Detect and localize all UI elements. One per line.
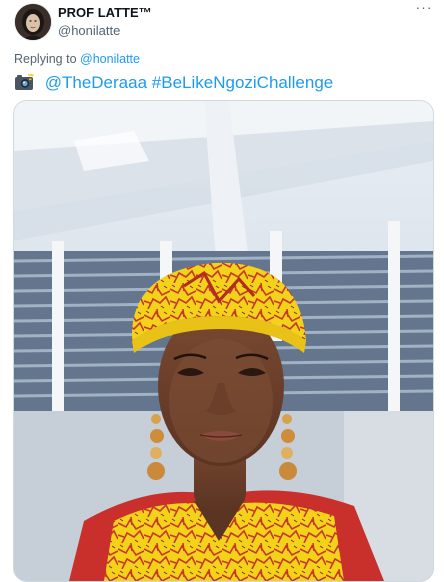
author-avatar[interactable] — [14, 3, 52, 41]
replying-prefix: Replying to — [14, 52, 77, 66]
author-display-name[interactable]: PROF LATTE™ — [58, 5, 152, 20]
photo-icon — [14, 101, 433, 581]
camera-flash-icon — [14, 73, 34, 96]
author-handle[interactable]: @honilatte — [58, 23, 120, 38]
tweet-photo[interactable] — [13, 100, 434, 582]
tweet-card[interactable]: PROF LATTE™ @honilatte ··· Replying to @… — [0, 0, 444, 582]
replying-to: Replying to @honilatte — [14, 52, 140, 66]
tweet-text: @TheDeraaa #BeLikeNgoziChallenge — [14, 73, 333, 96]
mention-link[interactable]: @TheDeraaa — [45, 73, 147, 92]
ellipsis-icon[interactable]: ··· — [412, 0, 436, 16]
reply-target-link[interactable]: @honilatte — [80, 52, 140, 66]
avatar-image — [15, 4, 51, 40]
hashtag-link[interactable]: #BeLikeNgoziChallenge — [152, 73, 333, 92]
